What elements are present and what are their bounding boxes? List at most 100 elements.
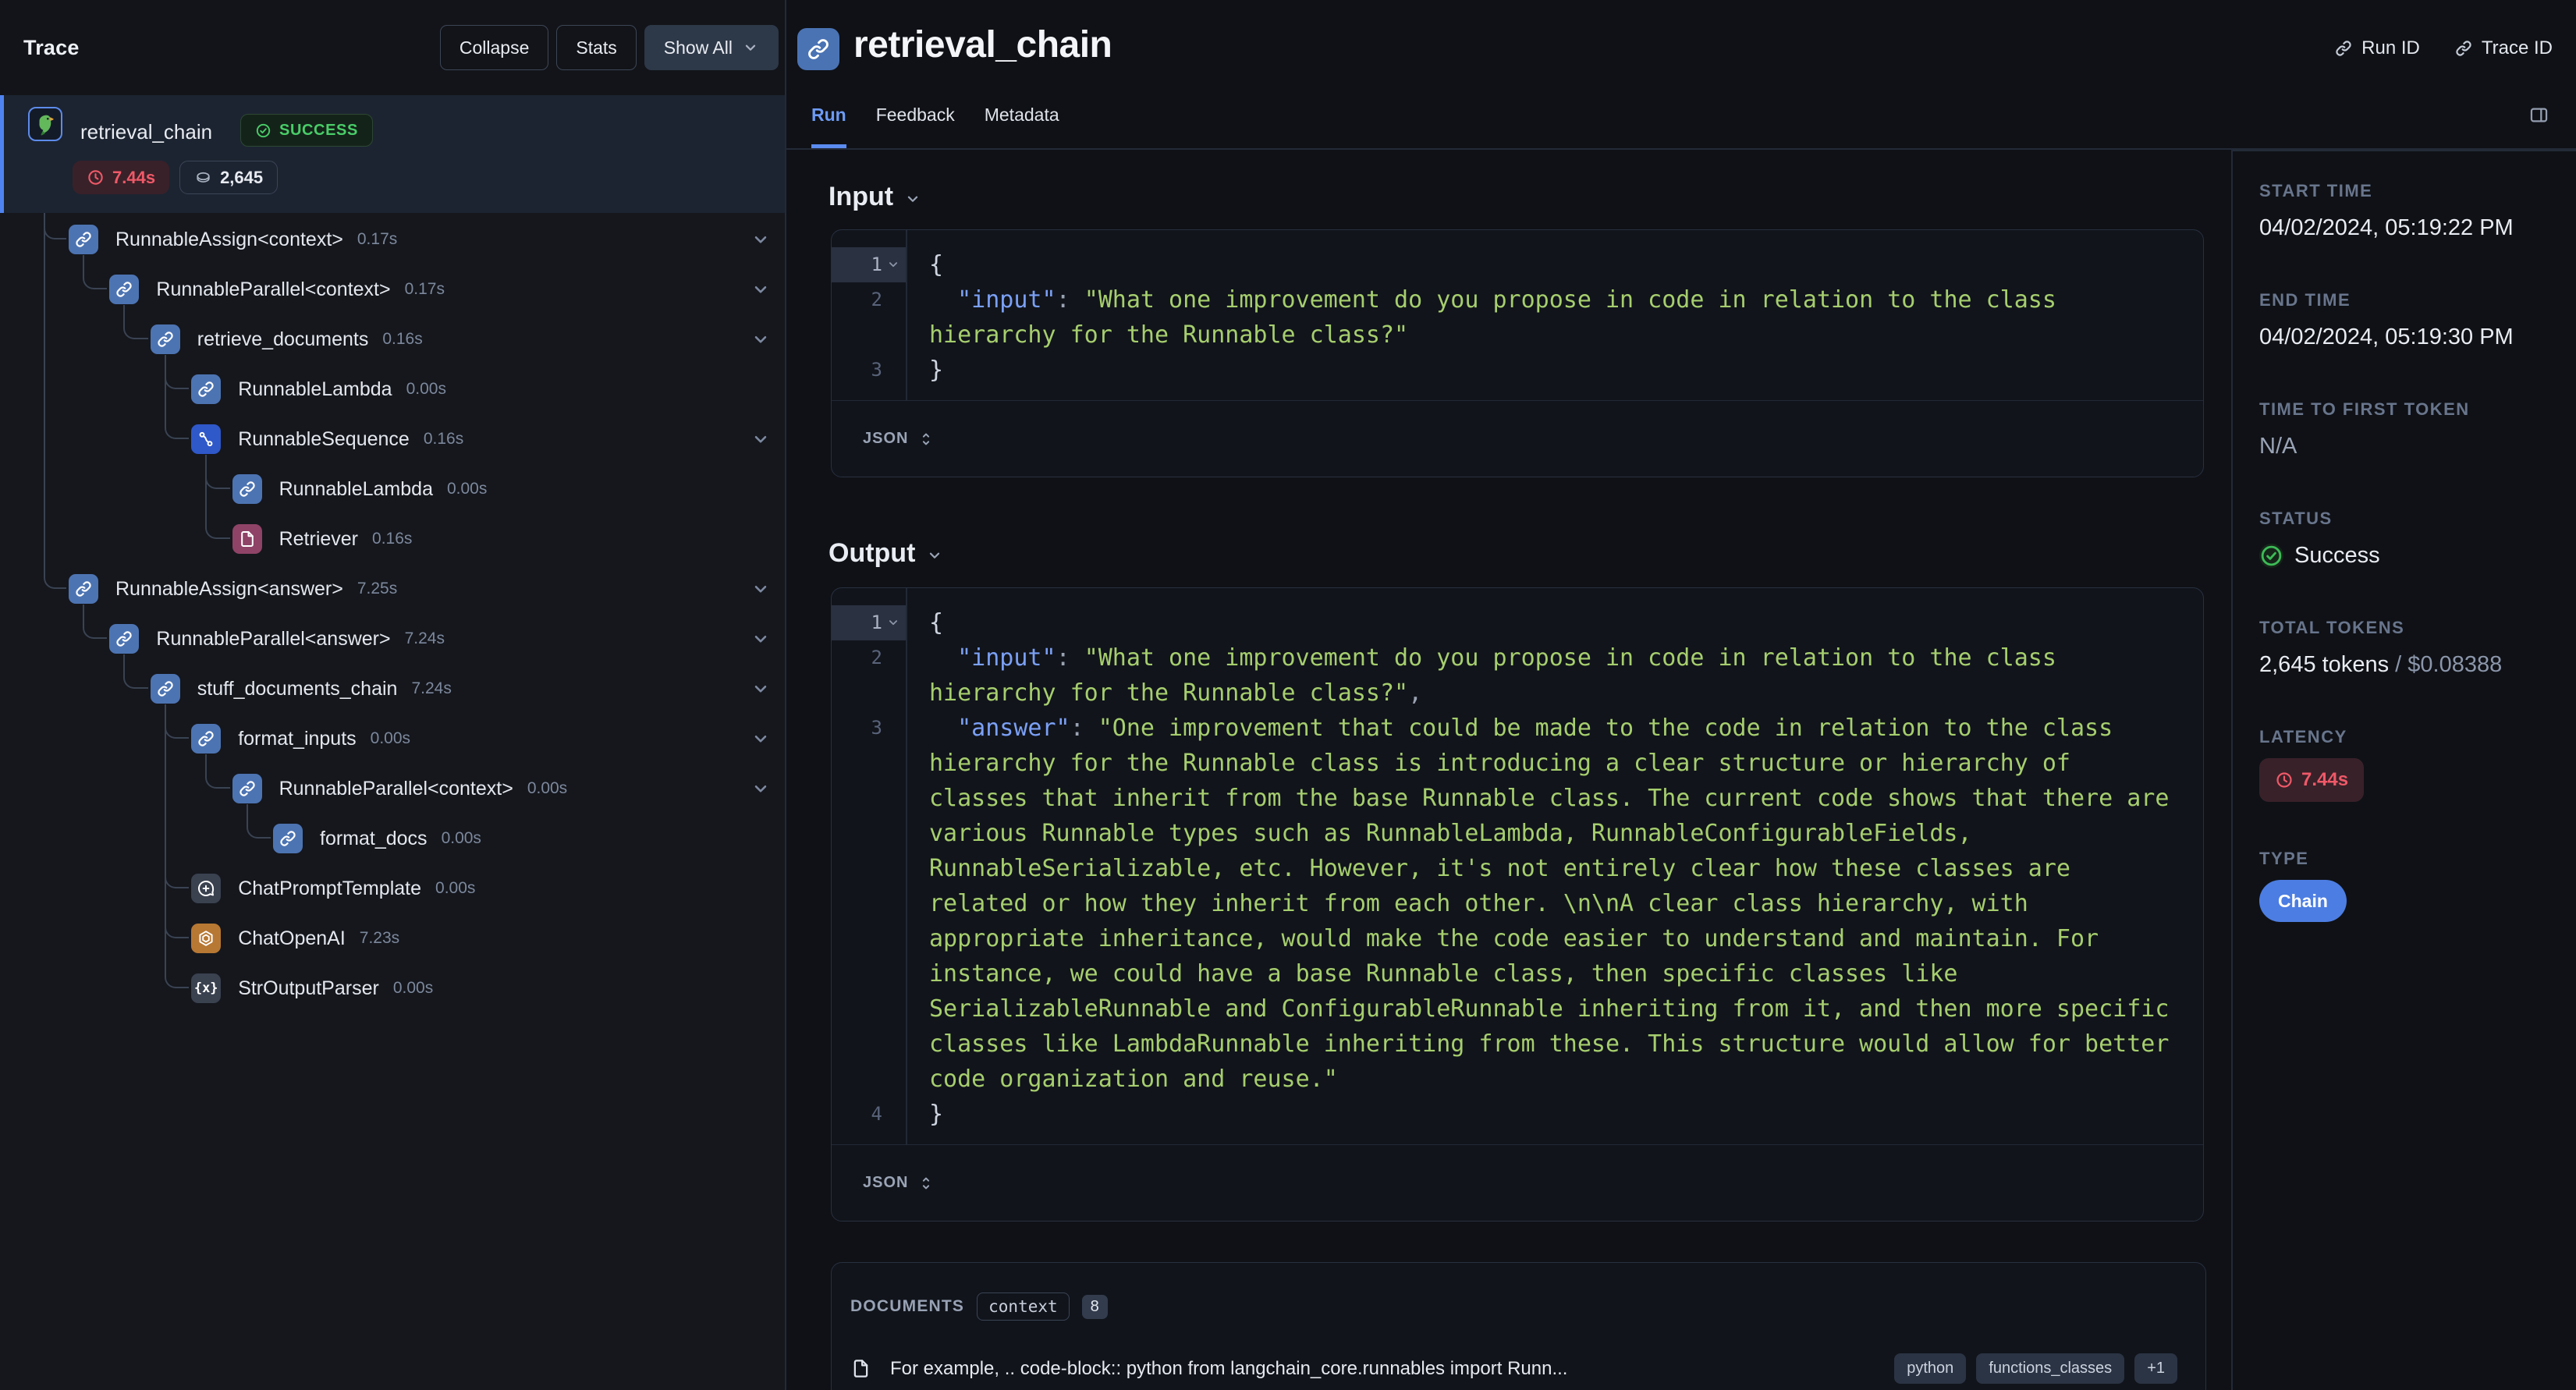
line-number[interactable]: 1 [832, 247, 906, 282]
detail-label: TYPE [2259, 849, 2309, 868]
tab-run[interactable]: Run [811, 105, 846, 148]
chain-icon [273, 824, 303, 853]
tree-row-label: RunnableLambda [238, 378, 392, 400]
document-row[interactable]: For example, .. code-block:: python from… [850, 1353, 2177, 1384]
tree-connector [164, 704, 190, 988]
line-number: 3 [871, 359, 882, 381]
tree-row-label: retrieve_documents [197, 328, 369, 350]
input-format-selector[interactable]: JSON [832, 400, 2203, 477]
tree-row-label: StrOutputParser [238, 977, 379, 999]
tree-row-format-docs[interactable]: format_docs 0.00s [273, 814, 780, 863]
tree-row-runnablelambda[interactable]: RunnableLambda 0.00s [191, 365, 780, 413]
tab-metadata[interactable]: Metadata [985, 105, 1059, 148]
tree-row-runnableparallel-answer-[interactable]: RunnableParallel<answer> 7.24s [109, 615, 780, 663]
tree-row-runnablesequence[interactable]: RunnableSequence 0.16s [191, 415, 780, 463]
trace-panel: Trace Collapse Stats Show All retrieval_… [0, 0, 786, 1390]
code-text: { [929, 609, 944, 636]
detail-label: START TIME [2259, 181, 2373, 200]
code-line: 2 "input": "What one improvement do you … [832, 282, 2203, 353]
tree-row-time: 0.00s [527, 779, 568, 797]
link-icon [2334, 39, 2353, 58]
tree-row-time: 7.24s [411, 679, 452, 697]
detail-field-start-time: START TIME 04/02/2024, 05:19:22 PM [2259, 179, 2560, 243]
code-text: } [929, 356, 944, 384]
detail-field-type: TYPE Chain [2259, 847, 2560, 922]
chevron-down-icon[interactable] [750, 579, 771, 599]
chevron-down-icon[interactable] [750, 279, 771, 300]
file-icon [850, 1358, 871, 1379]
tree-row-runnableassign-answer-[interactable]: RunnableAssign<answer> 7.25s [69, 565, 780, 613]
tree-connector [164, 355, 190, 439]
chevron-down-icon[interactable] [750, 679, 771, 699]
tree-row-label: RunnableLambda [279, 477, 433, 500]
cost-value: / $0.08388 [2389, 652, 2503, 677]
chevron-down-icon[interactable] [750, 429, 771, 449]
tree-row-retriever[interactable]: Retriever 0.16s [232, 515, 780, 563]
chevron-down-icon[interactable] [750, 778, 771, 799]
tree-row-label: stuff_documents_chain [197, 677, 398, 700]
chain-icon [232, 474, 262, 504]
detail-value: 7.44s [2259, 758, 2560, 802]
detail-field-end-time: END TIME 04/02/2024, 05:19:30 PM [2259, 289, 2560, 353]
tree-row-format-inputs[interactable]: format_inputs 0.00s [191, 715, 780, 763]
doc-tag-python: python [1894, 1353, 1967, 1384]
tree-row-chatprompttemplate[interactable]: ChatPromptTemplate 0.00s [191, 864, 780, 913]
code-text: "input": "What one improvement do you pr… [929, 644, 2070, 707]
tree-row-stuff-documents-chain[interactable]: stuff_documents_chain 7.24s [150, 665, 780, 713]
code-text: "input": "What one improvement do you pr… [929, 286, 2070, 349]
detail-label: STATUS [2259, 509, 2333, 528]
chevron-down-icon[interactable] [750, 229, 771, 250]
tree-row-time: 0.16s [382, 330, 423, 348]
code-text: { [929, 251, 944, 278]
output-format-selector[interactable]: JSON [832, 1144, 2203, 1221]
chevron-down-icon[interactable] [750, 729, 771, 749]
tree-row-runnableassign-context-[interactable]: RunnableAssign<context> 0.17s [69, 215, 780, 264]
detail-field-total-tokens: TOTAL TOKENS 2,645 tokens / $0.08388 [2259, 616, 2560, 680]
code-text: } [929, 1101, 944, 1128]
tree-row-runnablelambda[interactable]: RunnableLambda 0.00s [232, 465, 780, 513]
sort-arrows-icon [917, 431, 935, 448]
run-title: retrieval_chain [853, 24, 1112, 66]
doc-tag-more[interactable]: +1 [2134, 1353, 2177, 1384]
tab-feedback[interactable]: Feedback [876, 105, 955, 148]
tree-row-chatopenai[interactable]: ChatOpenAI 7.23s [191, 914, 780, 963]
run-id-button[interactable]: Run ID [2334, 37, 2420, 59]
detail-value: N/A [2259, 434, 2297, 459]
document-tags: python functions_classes +1 [1894, 1353, 2177, 1384]
output-section-heading[interactable]: Output [829, 536, 2231, 570]
detail-value: Chain [2259, 880, 2560, 922]
tree-row-time: 7.23s [359, 929, 400, 947]
code-line: 3} [832, 353, 2203, 388]
tree-row-stroutputparser[interactable]: {x} StrOutputParser 0.00s [191, 964, 780, 1012]
trace-id-button[interactable]: Trace ID [2454, 37, 2553, 59]
chevron-down-icon [886, 615, 900, 629]
tree-connector [44, 213, 66, 589]
documents-section: DOCUMENTS context 8 For example, .. code… [831, 1262, 2206, 1390]
code-line: 1{ [832, 247, 2203, 282]
tree-row-label: RunnableAssign<answer> [115, 577, 343, 600]
doc-tag-functions_classes: functions_classes [1976, 1353, 2125, 1384]
output-code-block: 1{2 "input": "What one improvement do yo… [831, 587, 2204, 1222]
tree-row-time: 0.00s [446, 480, 488, 498]
tree-row-label: RunnableParallel<answer> [156, 627, 391, 650]
tree-row-label: RunnableSequence [238, 427, 410, 450]
line-number[interactable]: 1 [832, 605, 906, 640]
panel-toggle-icon[interactable] [2528, 105, 2549, 126]
clock-icon [2275, 771, 2294, 789]
run-content: Input 1{2 "input": "What one improvement… [786, 151, 2231, 1390]
input-section-heading[interactable]: Input [829, 179, 2231, 214]
details-panel: START TIME 04/02/2024, 05:19:22 PM END TIM… [2231, 150, 2576, 1390]
detail-field-latency: LATENCY 7.44s [2259, 725, 2560, 802]
tree-row-runnableparallel-context-[interactable]: RunnableParallel<context> 0.17s [109, 265, 780, 314]
chevron-down-icon[interactable] [750, 629, 771, 649]
chain-icon [69, 574, 98, 604]
run-panel: retrieval_chain Run ID Trace ID Run Feedba… [786, 0, 2576, 1390]
code-line: 4} [832, 1097, 2203, 1132]
tree-row-time: 0.00s [406, 380, 446, 398]
detail-value: 04/02/2024, 05:19:22 PM [2259, 215, 2514, 240]
chevron-down-icon[interactable] [750, 329, 771, 349]
tree-row-label: ChatOpenAI [238, 927, 346, 949]
tree-row-runnableparallel-context-[interactable]: RunnableParallel<context> 0.00s [232, 764, 780, 813]
tree-row-retrieve-documents[interactable]: retrieve_documents 0.16s [150, 315, 780, 363]
detail-field-status: STATUS Success [2259, 507, 2560, 571]
